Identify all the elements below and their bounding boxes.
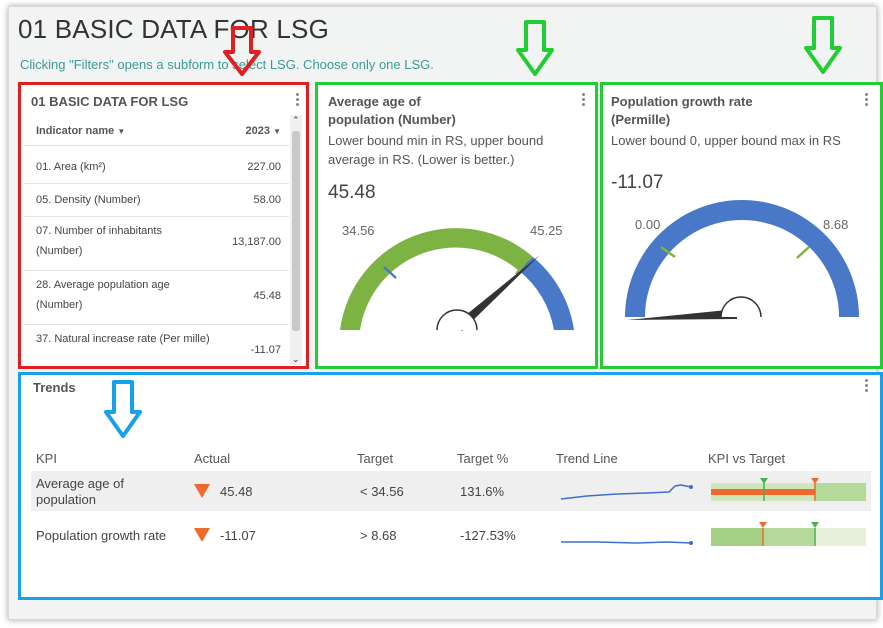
gauge-hub (720, 296, 762, 318)
row-value: 227.00 (247, 161, 281, 173)
trend-sparkline (561, 541, 693, 545)
column-header-indicator[interactable]: Indicator name ▼ (36, 125, 125, 137)
header-actual: Actual (194, 451, 231, 466)
population-growth-gauge-panel: Population growth rate (Permille) Lower … (600, 82, 883, 369)
sort-icon: ▼ (117, 127, 126, 136)
gauge-age-description: Lower bound min in RS, upper bound avera… (328, 133, 544, 167)
row-label: 37. Natural increase rate (Per mille) (36, 333, 210, 345)
red-arrow-icon (223, 26, 261, 76)
table-scrollbar[interactable]: ⌃ ⌄ (290, 115, 302, 365)
gauge-age-value: 45.48 (328, 182, 376, 203)
trend-kpi-name: Average age of population (36, 476, 124, 507)
row-label: 05. Density (Number) (36, 194, 141, 206)
gauge-age-menu-icon[interactable] (582, 93, 585, 108)
table-header: Indicator name ▼ 2023 ▼ (24, 117, 289, 146)
trends-panel: Trends KPI Actual Target Target % Trend … (18, 372, 883, 600)
kpi-vs-target-bullet (711, 522, 866, 546)
average-age-gauge-panel: Average age of population (Number) Lower… (315, 82, 598, 369)
header-kpi: KPI (36, 451, 57, 466)
trend-actual: 45.48 (220, 484, 253, 499)
header-target-pct: Target % (457, 451, 509, 466)
row-value: -11.07 (250, 344, 281, 356)
gauge-growth-value: -11.07 (611, 172, 664, 193)
table-row[interactable]: 07. Number of inhabitants (Number) 13,18… (24, 217, 289, 271)
gauge-good-band (340, 228, 533, 330)
down-arrow-icon (194, 484, 210, 498)
gauge-growth-menu-icon[interactable] (865, 93, 868, 108)
trends-title: Trends (33, 380, 76, 395)
row-label: 01. Area (km²) (36, 161, 106, 173)
page-title: 01 BASIC DATA FOR LSG (18, 14, 329, 44)
green-arrow-icon (804, 16, 842, 74)
table-row[interactable]: 28. Average population age (Number) 45.4… (24, 271, 289, 325)
row-value: 45.48 (253, 290, 281, 302)
header-trend-line: Trend Line (556, 451, 618, 466)
trend-target-pct: -127.53% (460, 528, 516, 543)
blue-arrow-icon (104, 380, 142, 438)
gauge-growth-max-label: 8.68 (823, 217, 848, 232)
trend-target-pct: 131.6% (460, 484, 505, 499)
down-arrow-icon (194, 528, 210, 542)
table-row[interactable]: 37. Natural increase rate (Per mille) -1… (24, 325, 289, 365)
green-arrow-icon (516, 20, 554, 76)
gauge-growth-description: Lower bound 0, upper bound max in RS (611, 133, 841, 148)
header-kpi-vs-target: KPI vs Target (708, 451, 786, 466)
row-value: 58.00 (253, 194, 281, 206)
header-target: Target (357, 451, 394, 466)
scrollbar-thumb[interactable] (292, 131, 300, 331)
gauge-age-min-label: 34.56 (342, 223, 375, 238)
gauge-growth-title: Population growth rate (Permille) (611, 94, 753, 127)
trend-sparkline (560, 484, 693, 500)
gauge-age-chart: 34.56 45.25 (340, 223, 574, 331)
sort-icon: ▼ (273, 127, 281, 136)
gauge-growth-min-label: 0.00 (635, 217, 660, 232)
trend-kpi-name: Population growth rate (36, 528, 167, 543)
trends-menu-icon[interactable] (865, 379, 868, 394)
row-value: 13,187.00 (232, 236, 281, 248)
scroll-down-icon[interactable]: ⌄ (292, 354, 300, 365)
table-menu-icon[interactable] (296, 93, 299, 108)
gauge-max-marker (796, 246, 810, 259)
table-row[interactable]: 01. Area (km²) 227.00 (24, 151, 289, 184)
trend-target: > 8.68 (360, 528, 397, 543)
table-row[interactable]: 05. Density (Number) 58.00 (24, 184, 289, 217)
gauge-age-title: Average age of population (Number) (328, 94, 456, 127)
trend-actual: -11.07 (220, 528, 256, 543)
scroll-up-icon[interactable]: ⌃ (292, 115, 300, 126)
column-header-year[interactable]: 2023 ▼ (246, 125, 281, 137)
kpi-vs-target-bullet (711, 478, 866, 501)
trend-target: < 34.56 (360, 484, 404, 499)
row-label: 28. Average population age (Number) (36, 279, 170, 311)
row-label: 07. Number of inhabitants (Number) (36, 225, 162, 257)
gauge-age-max-label: 45.25 (530, 223, 563, 238)
gauge-growth-chart: 0.00 8.68 (625, 200, 859, 320)
basic-data-table-panel: 01 BASIC DATA FOR LSG Indicator name ▼ 2… (18, 82, 309, 369)
